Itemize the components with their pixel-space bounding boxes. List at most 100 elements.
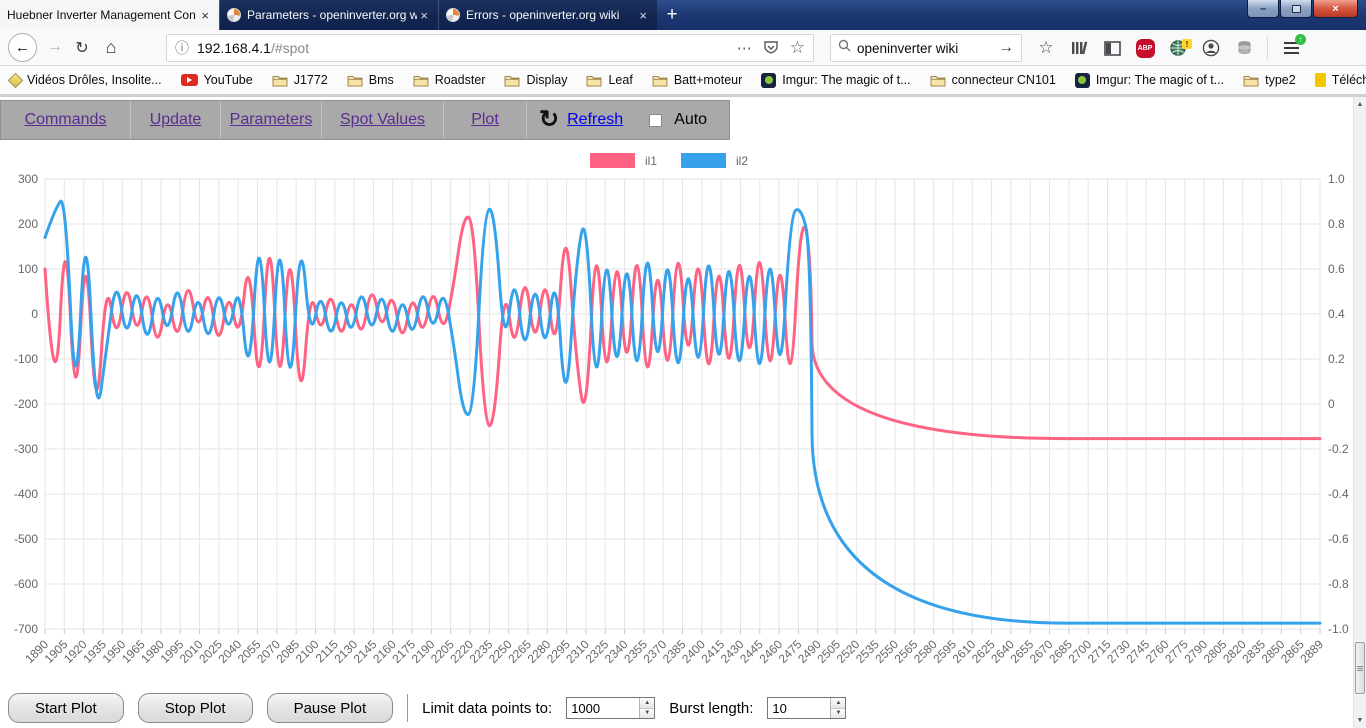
menu-link-spot-values[interactable]: Spot Values <box>340 111 425 129</box>
tab-close-icon[interactable]: × <box>198 8 212 23</box>
page-content: Commands Update Parameters Spot Values Plot ↻… <box>0 96 1366 728</box>
bookmark-item[interactable]: connecteur CN101 <box>930 73 1056 87</box>
spin-down-icon[interactable]: ▼ <box>640 709 654 719</box>
burst-input[interactable] <box>768 698 830 718</box>
scrollbar-thumb[interactable] <box>1355 642 1365 694</box>
bookmark-item[interactable]: Télécharger HiGH SiD... <box>1315 73 1366 87</box>
window-titlebar: Huebner Inverter Management Con×Paramete… <box>0 0 1366 30</box>
home-button[interactable]: ⌂ <box>100 37 122 58</box>
bookmark-item[interactable]: Roadster <box>413 73 486 87</box>
bookmark-item[interactable]: YouTube <box>181 73 253 87</box>
forward-button[interactable]: → <box>45 38 65 56</box>
bookmark-star-icon[interactable]: ☆ <box>1036 38 1056 58</box>
search-bar[interactable]: → <box>830 34 1022 62</box>
stop-plot-button[interactable]: Stop Plot <box>138 693 253 723</box>
site-info-icon[interactable]: ⓘ <box>175 38 189 58</box>
start-plot-button[interactable]: Start Plot <box>8 693 124 723</box>
folder-icon <box>347 74 363 87</box>
svg-text:200: 200 <box>18 217 38 231</box>
browser-tab[interactable]: Errors - openinverter.org wiki× <box>438 0 657 30</box>
burst-spinner[interactable]: ▲▼ <box>830 698 845 718</box>
page-actions-icon[interactable]: ⋯ <box>737 39 752 57</box>
vertical-scrollbar[interactable]: ▲ ▼ <box>1353 97 1366 728</box>
adblock-icon[interactable]: ABP <box>1135 38 1155 58</box>
menu-link-commands[interactable]: Commands <box>25 111 107 129</box>
toolbar-separator <box>1267 37 1268 59</box>
globe-alert-icon[interactable]: ! <box>1168 38 1188 58</box>
svg-text:1.0: 1.0 <box>1328 172 1345 186</box>
refresh-link[interactable]: Refresh <box>567 111 623 129</box>
bookmark-item[interactable]: Vidéos Drôles, Insolite... <box>10 73 162 87</box>
bookmark-item[interactable]: Batt+moteur <box>652 73 742 87</box>
menu-link-plot[interactable]: Plot <box>471 111 499 129</box>
pocket-icon[interactable] <box>764 40 778 57</box>
menu-cell: Parameters <box>221 101 322 139</box>
tab-close-icon[interactable]: × <box>417 8 431 23</box>
folder-icon <box>586 74 602 87</box>
refresh-icon[interactable]: ↻ <box>539 108 559 132</box>
svg-text:-0.4: -0.4 <box>1328 487 1349 501</box>
folder-icon <box>272 74 288 87</box>
bookmark-star-icon[interactable]: ☆ <box>790 38 805 58</box>
bookmark-item[interactable]: type2 <box>1243 73 1296 87</box>
scroll-down-icon[interactable]: ▼ <box>1354 713 1366 728</box>
svg-text:0: 0 <box>31 307 38 321</box>
g-yellow-icon <box>1315 73 1326 87</box>
spin-up-icon[interactable]: ▲ <box>831 698 845 709</box>
search-input[interactable] <box>857 41 992 56</box>
menu-link-update[interactable]: Update <box>150 111 202 129</box>
limit-spinner[interactable]: ▲▼ <box>639 698 654 718</box>
browser-tab[interactable]: Parameters - openinverter.org w× <box>219 0 438 30</box>
spin-down-icon[interactable]: ▼ <box>831 709 845 719</box>
cache-icon[interactable] <box>1234 38 1254 58</box>
bookmark-label: Batt+moteur <box>674 73 742 87</box>
minimize-button[interactable]: – <box>1247 0 1279 18</box>
svg-text:0.2: 0.2 <box>1328 352 1345 366</box>
bookmarks-bar: Vidéos Drôles, Insolite... YouTube J1772 Bm… <box>0 66 1366 96</box>
limit-input[interactable] <box>567 698 639 718</box>
close-button[interactable]: × <box>1313 0 1358 18</box>
bookmark-item[interactable]: Leaf <box>586 73 632 87</box>
new-tab-button[interactable]: + <box>657 0 687 30</box>
bookmark-item[interactable]: Bms <box>347 73 394 87</box>
bookmark-item[interactable]: Imgur: The magic of t... <box>1075 73 1224 88</box>
account-icon[interactable] <box>1201 38 1221 58</box>
limit-label: Limit data points to: <box>422 700 552 717</box>
plot-controls: Start Plot Stop Plot Pause Plot Limit da… <box>8 691 846 725</box>
auto-label: Auto <box>674 111 707 129</box>
restore-button[interactable] <box>1280 0 1312 18</box>
menu-icon[interactable]: ↑ <box>1281 38 1301 58</box>
sidebar-icon[interactable] <box>1102 38 1122 58</box>
svg-text:0.8: 0.8 <box>1328 217 1345 231</box>
url-bar[interactable]: ⓘ 192.168.4.1 /#spot ⋯ ☆ <box>166 34 814 62</box>
pause-plot-button[interactable]: Pause Plot <box>267 693 394 723</box>
imgur-icon <box>1075 73 1090 88</box>
diamond-icon <box>10 75 21 86</box>
menu-link-parameters[interactable]: Parameters <box>230 111 313 129</box>
back-button[interactable]: ← <box>8 33 37 62</box>
spin-up-icon[interactable]: ▲ <box>640 698 654 709</box>
tab-close-icon[interactable]: × <box>636 8 650 23</box>
folder-icon <box>930 74 946 87</box>
search-go-icon[interactable]: → <box>998 39 1014 57</box>
tab-strip: Huebner Inverter Management Con×Paramete… <box>0 0 687 30</box>
folder-icon <box>413 74 429 87</box>
bookmark-item[interactable]: Imgur: The magic of t... <box>761 73 910 88</box>
search-icon <box>838 39 851 57</box>
scroll-up-icon[interactable]: ▲ <box>1354 97 1366 112</box>
bookmark-label: Imgur: The magic of t... <box>782 73 910 87</box>
svg-text:100: 100 <box>18 262 38 276</box>
auto-checkbox[interactable] <box>649 114 662 127</box>
library-icon[interactable] <box>1069 38 1089 58</box>
svg-text:-700: -700 <box>14 622 38 636</box>
reload-button[interactable]: ↻ <box>72 38 92 58</box>
bookmark-item[interactable]: J1772 <box>272 73 328 87</box>
bookmark-item[interactable]: Display <box>504 73 567 87</box>
bookmark-label: YouTube <box>204 73 253 87</box>
svg-text:-0.8: -0.8 <box>1328 577 1349 591</box>
browser-tab[interactable]: Huebner Inverter Management Con× <box>0 0 219 30</box>
svg-text:-100: -100 <box>14 352 38 366</box>
svg-text:-0.6: -0.6 <box>1328 532 1349 546</box>
folder-icon <box>1243 74 1259 87</box>
url-host: 192.168.4.1 <box>197 40 271 56</box>
